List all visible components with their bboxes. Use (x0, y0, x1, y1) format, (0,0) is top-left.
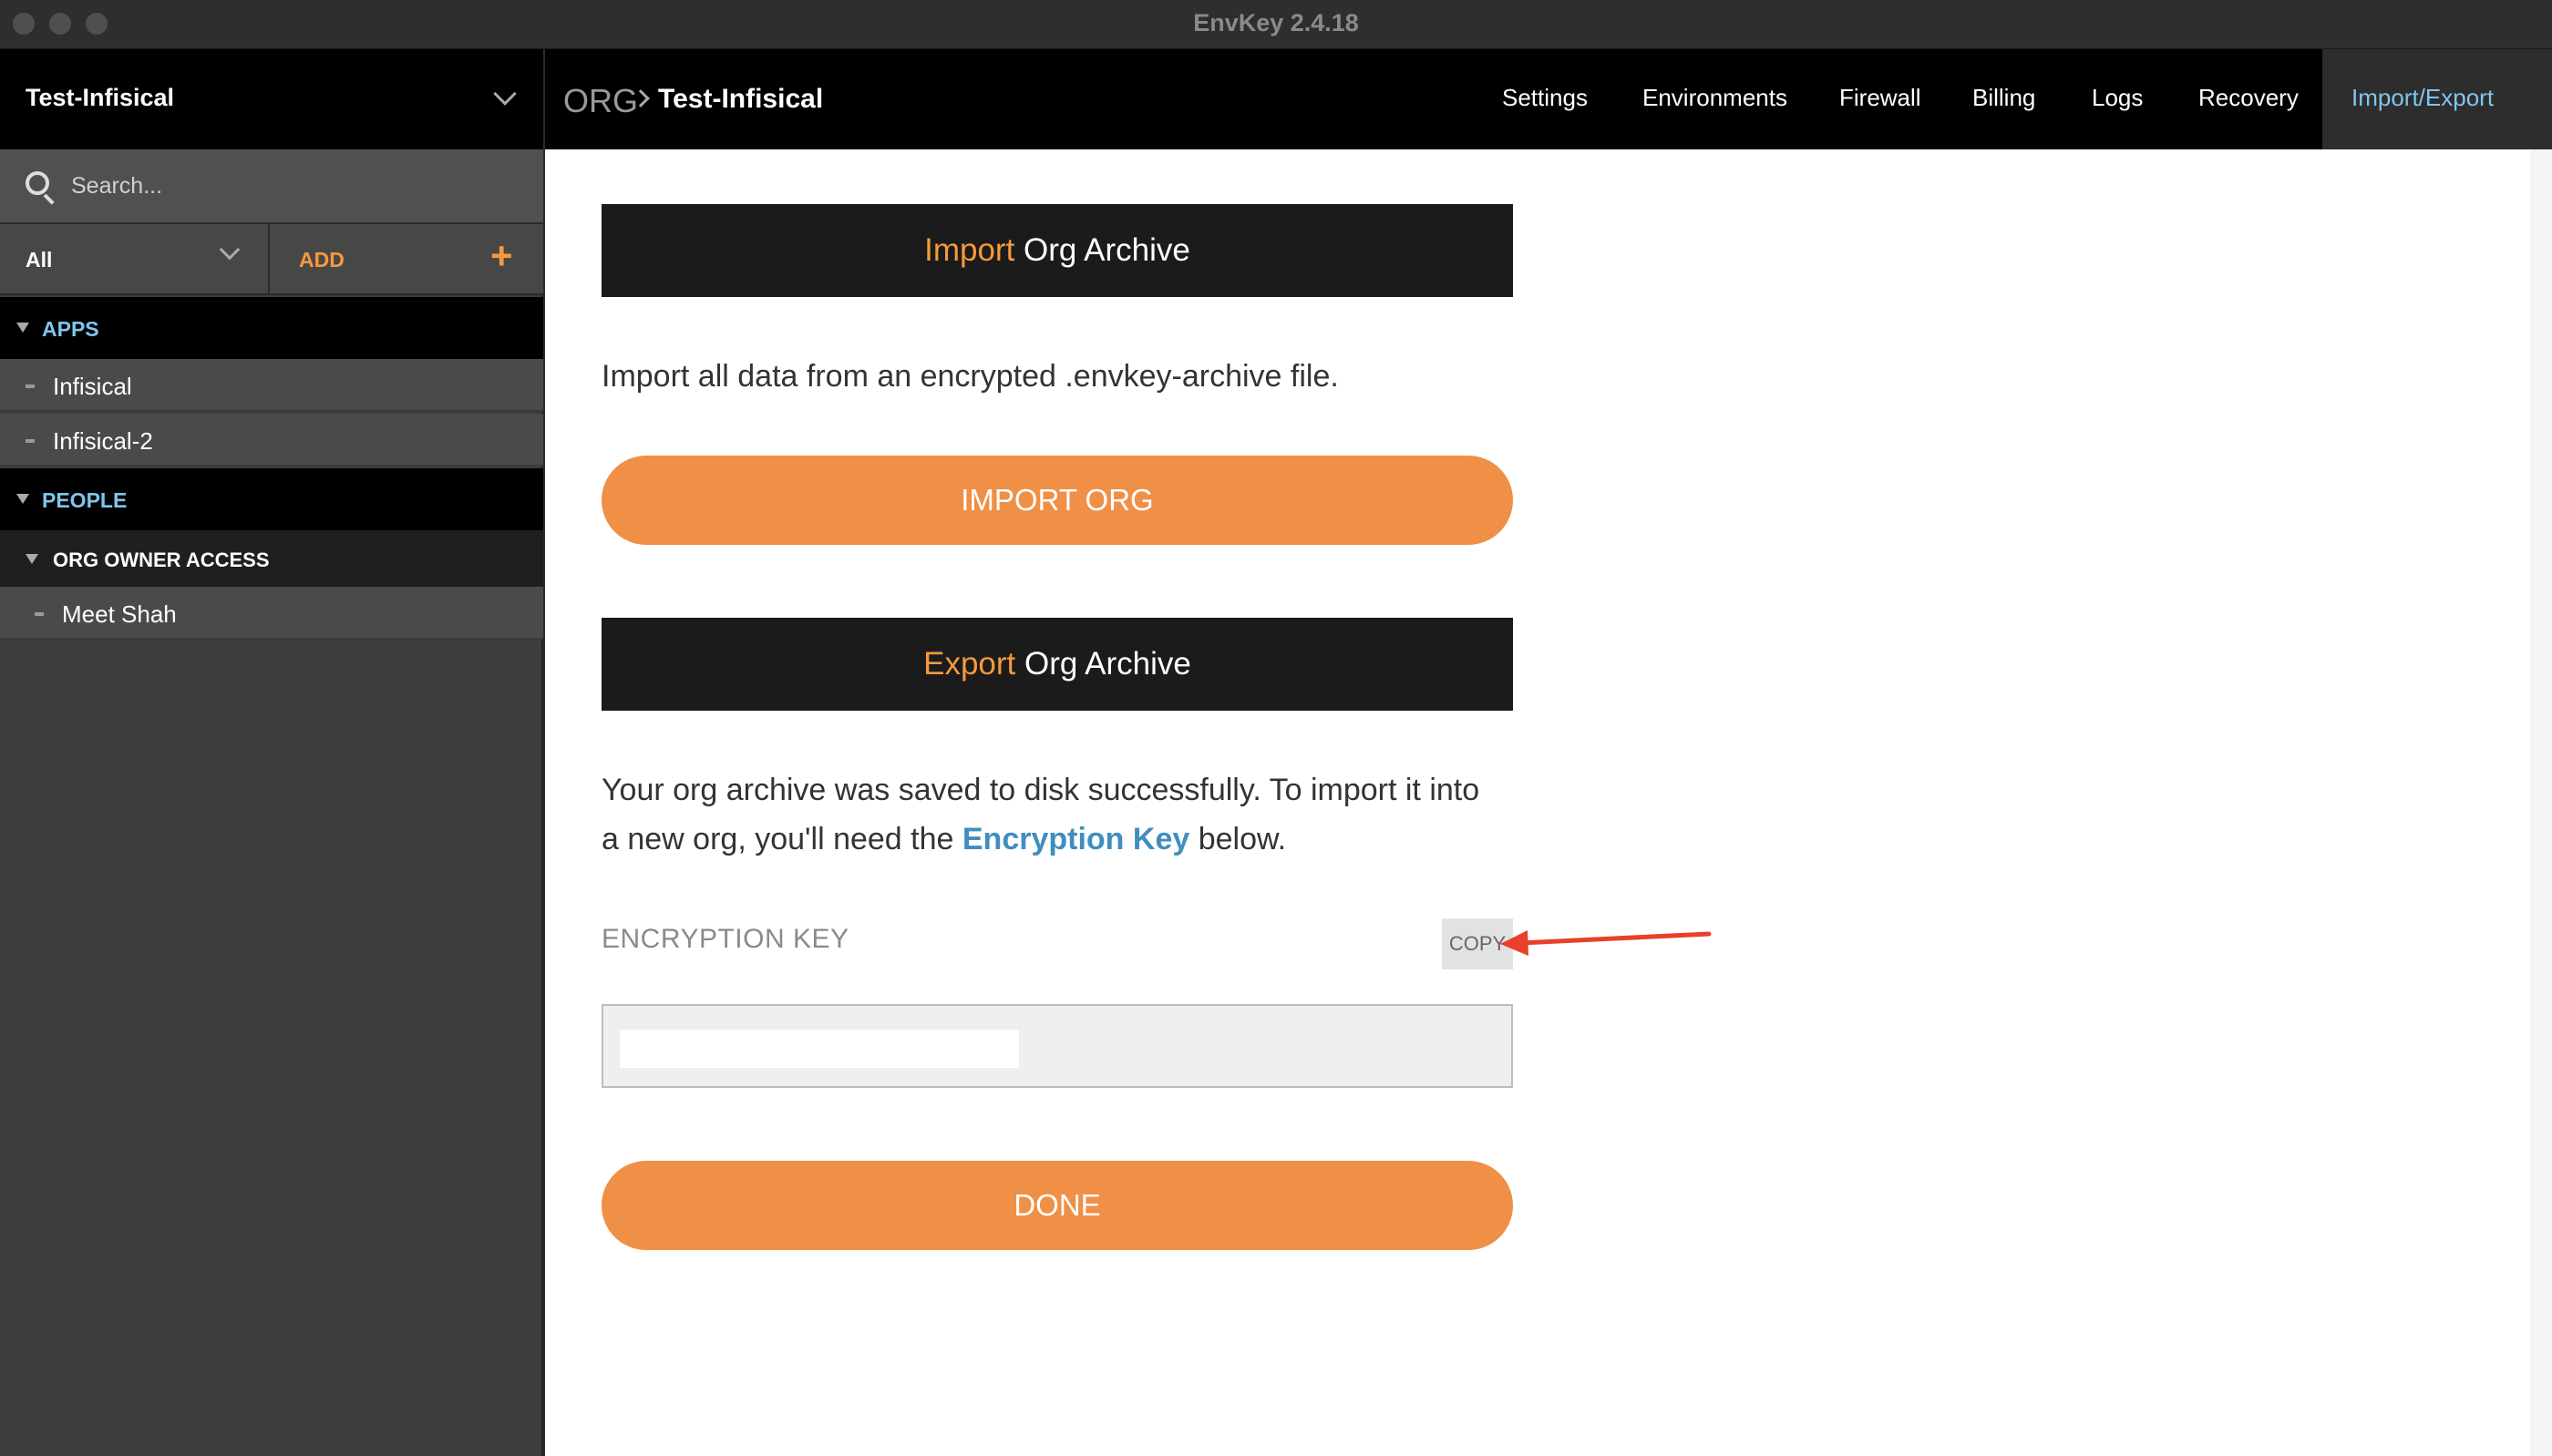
breadcrumb-root[interactable]: ORG (563, 82, 638, 120)
import-org-button[interactable]: IMPORT ORG (602, 456, 1513, 545)
plus-icon: + (490, 234, 513, 277)
window-title: EnvKey 2.4.18 (1193, 9, 1359, 36)
tab-billing[interactable]: Billing (1972, 84, 2035, 112)
main-content: Import Org Archive Import all data from … (545, 149, 2530, 1456)
export-heading-rest: Org Archive (1015, 646, 1191, 682)
sidebar-item-meet-shah[interactable]: Meet Shah (0, 587, 543, 640)
tab-firewall[interactable]: Firewall (1839, 84, 1921, 112)
encryption-key-redaction (620, 1030, 1019, 1068)
tab-settings[interactable]: Settings (1502, 84, 1588, 112)
import-description: Import all data from an encrypted .envke… (602, 359, 1339, 394)
triangle-down-icon (16, 323, 29, 333)
encryption-key-field[interactable] (602, 1004, 1513, 1088)
copy-button[interactable]: COPY (1442, 918, 1513, 969)
sidebar-item-infisical[interactable]: Infisical (0, 359, 543, 412)
message-line-2-post: below. (1189, 822, 1287, 856)
done-button[interactable]: DONE (602, 1161, 1513, 1250)
add-button[interactable]: ADD + (272, 224, 543, 295)
tab-environments[interactable]: Environments (1642, 84, 1787, 112)
export-section-heading: Export Org Archive (602, 618, 1513, 711)
tab-logs[interactable]: Logs (2092, 84, 2143, 112)
sidebar-group-org-owner-access[interactable]: ORG OWNER ACCESS (0, 530, 543, 587)
top-nav: ORG Test-Infisical Settings Environments… (545, 49, 2552, 149)
sidebar-item-label: Infisical-2 (53, 427, 153, 455)
org-selector-label: Test-Infisical (26, 84, 175, 111)
sidebar-section-apps[interactable]: APPS (0, 297, 543, 359)
search-input[interactable] (71, 168, 509, 204)
sidebar-item-label: Meet Shah (62, 600, 177, 628)
filter-row: All ADD + (0, 222, 543, 295)
org-selector[interactable]: Test-Infisical (0, 49, 543, 149)
sidebar-search (0, 149, 543, 222)
chevron-down-icon (493, 82, 517, 106)
triangle-down-icon (16, 494, 29, 504)
encryption-key-label: ENCRYPTION KEY (602, 924, 849, 954)
sidebar-item-infisical-2[interactable]: Infisical-2 (0, 414, 543, 467)
import-heading-accent: Import (924, 232, 1015, 268)
tab-import-export[interactable]: Import/Export (2351, 84, 2494, 112)
sidebar: Test-Infisical All ADD + APPS Infisical … (0, 49, 543, 1456)
item-marker (26, 439, 35, 443)
encryption-key-link: Encryption Key (962, 822, 1190, 856)
chevron-down-icon (219, 239, 241, 261)
export-heading-accent: Export (923, 646, 1016, 682)
message-line-1: Your org archive was saved to disk succe… (602, 773, 1480, 807)
item-marker (26, 385, 35, 388)
section-label: APPS (42, 317, 99, 341)
triangle-down-icon (26, 554, 38, 564)
sidebar-item-label: Infisical (53, 373, 132, 400)
tab-recovery[interactable]: Recovery (2198, 84, 2299, 112)
message-line-2-pre: a new org, you'll need the (602, 822, 962, 856)
import-section-heading: Import Org Archive (602, 204, 1513, 297)
import-heading-rest: Org Archive (1014, 232, 1190, 268)
breadcrumb-current: Test-Infisical (658, 84, 824, 114)
window-titlebar: EnvKey 2.4.18 (0, 0, 2552, 49)
filter-select[interactable]: All (0, 224, 270, 295)
sidebar-section-people[interactable]: PEOPLE (0, 468, 543, 530)
group-label: ORG OWNER ACCESS (53, 549, 270, 571)
add-button-label: ADD (299, 248, 345, 272)
filter-select-label: All (26, 248, 53, 272)
export-success-message: Your org archive was saved to disk succe… (602, 765, 1513, 864)
item-marker (35, 612, 44, 616)
main-scrollbar[interactable] (2530, 149, 2552, 1456)
section-label: PEOPLE (42, 488, 128, 512)
